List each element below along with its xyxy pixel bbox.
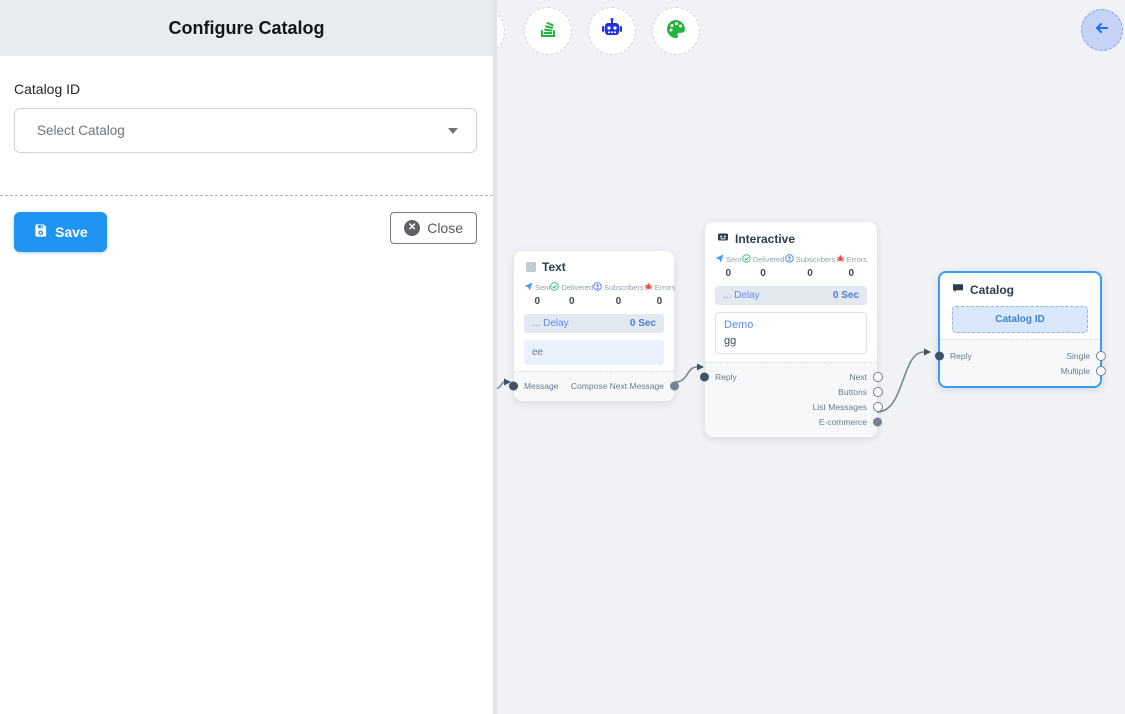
reply-input-label: Reply	[715, 372, 737, 382]
text-node-title: Text	[542, 260, 566, 274]
message-input-handle[interactable]	[509, 381, 518, 390]
save-button[interactable]: Save	[14, 212, 107, 252]
sent-icon	[524, 282, 533, 293]
flow-node-text[interactable]: Text Sent0 Delivered0 Subscribers0 Error…	[514, 251, 674, 401]
toolbar-button-stack[interactable]	[524, 7, 572, 55]
ecommerce-output-handle[interactable]	[873, 417, 882, 426]
interactive-body-value: gg	[724, 335, 858, 347]
delivered-icon	[550, 282, 559, 293]
text-node-header: Text	[514, 251, 674, 280]
single-output-handle[interactable]	[1096, 351, 1106, 361]
subscribers-count: 0	[807, 268, 813, 279]
text-node-footer: Message Compose Next Message	[514, 371, 674, 401]
delay-row[interactable]: ... Delay 0 Sec	[524, 314, 664, 333]
flow-node-catalog[interactable]: Catalog Catalog ID Reply Single Multiple	[938, 271, 1102, 388]
stack-icon	[536, 17, 560, 46]
save-icon	[33, 223, 48, 241]
reply-input-handle[interactable]	[700, 372, 709, 381]
delay-row[interactable]: ... Delay 0 Sec	[715, 286, 867, 305]
catalog-id-button[interactable]: Catalog ID	[952, 306, 1088, 333]
divider	[0, 195, 493, 196]
page-title: Configure Catalog	[169, 18, 325, 39]
catalog-node-header: Catalog	[940, 273, 1100, 303]
delivered-count: 0	[569, 296, 575, 307]
output-label-ecommerce: E-commerce	[819, 417, 867, 427]
sent-count: 0	[534, 296, 540, 307]
errors-icon	[836, 254, 845, 265]
subscribers-count: 0	[616, 296, 622, 307]
compose-next-label: Compose Next Message	[571, 381, 664, 391]
flow-node-interactive[interactable]: Interactive Sent0 Delivered0 Subscribers…	[705, 222, 877, 437]
toolbar-button-theme[interactable]	[652, 7, 700, 55]
output-label-list-messages: List Messages	[813, 402, 867, 412]
text-node-stats: Sent0 Delivered0 Subscribers0 Errors0	[514, 280, 674, 311]
output-label-next: Next	[850, 372, 867, 382]
buttons-output-handle[interactable]	[873, 387, 883, 397]
catalog-id-label: Catalog ID	[14, 81, 477, 97]
sent-count: 0	[725, 268, 731, 279]
toolbar-button-bot[interactable]	[588, 7, 636, 55]
chat-bubble-icon	[952, 282, 964, 297]
output-label-multiple: Multiple	[1061, 366, 1090, 376]
delay-value: 0 Sec	[833, 290, 859, 301]
interactive-node-icon	[717, 231, 729, 246]
catalog-node-title: Catalog	[970, 283, 1014, 297]
save-button-label: Save	[55, 224, 88, 240]
output-label-buttons: Buttons	[838, 387, 867, 397]
close-button-label: Close	[427, 220, 463, 236]
catalog-select-value: Select Catalog	[37, 123, 125, 138]
interactive-body-title: Demo	[724, 319, 858, 331]
output-label-single: Single	[1066, 351, 1090, 361]
reply-input-label: Reply	[950, 351, 972, 361]
panel-header: Configure Catalog	[0, 0, 493, 56]
close-icon: ✕	[404, 220, 420, 236]
collapse-panel-button[interactable]	[1081, 9, 1123, 51]
interactive-node-stats: Sent0 Delivered0 Subscribers0 Errors0	[705, 252, 877, 283]
text-node-icon	[526, 262, 536, 272]
close-button[interactable]: ✕ Close	[390, 212, 477, 244]
chevron-down-icon	[448, 128, 458, 134]
reply-input-handle[interactable]	[935, 351, 944, 360]
errors-count: 0	[849, 268, 855, 279]
palette-icon	[663, 16, 689, 47]
catalog-node-footer: Reply Single Multiple	[940, 339, 1100, 386]
interactive-body-preview[interactable]: Demo gg	[715, 312, 867, 354]
delay-value: 0 Sec	[630, 318, 656, 329]
configure-catalog-panel: Configure Catalog Catalog ID Select Cata…	[0, 0, 497, 714]
interactive-node-header: Interactive	[705, 222, 877, 252]
message-input-label: Message	[524, 381, 559, 391]
subscribers-icon	[593, 282, 602, 293]
compose-next-output-handle[interactable]	[670, 381, 679, 390]
arrow-left-icon	[1093, 19, 1111, 42]
delivered-count: 0	[760, 268, 766, 279]
sent-icon	[715, 254, 724, 265]
interactive-node-footer: Reply Next Buttons List Messages E-comme…	[705, 362, 877, 437]
errors-icon	[644, 282, 653, 293]
list-messages-output-handle[interactable]	[873, 402, 883, 412]
robot-icon	[599, 16, 625, 47]
interactive-node-title: Interactive	[735, 232, 795, 246]
next-output-handle[interactable]	[873, 372, 883, 382]
multiple-output-handle[interactable]	[1096, 366, 1106, 376]
catalog-select[interactable]: Select Catalog	[14, 108, 477, 153]
message-preview[interactable]: ee	[524, 340, 664, 365]
subscribers-icon	[785, 254, 794, 265]
errors-count: 0	[657, 296, 663, 307]
delivered-icon	[742, 254, 751, 265]
